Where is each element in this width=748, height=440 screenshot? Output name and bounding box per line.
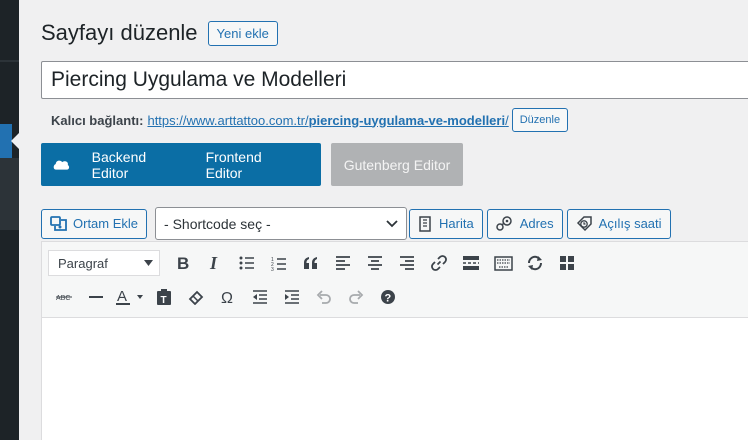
horizontal-line-icon[interactable] bbox=[80, 283, 112, 311]
map-label: Harita bbox=[439, 216, 474, 231]
italic-icon[interactable]: I bbox=[199, 249, 231, 277]
strikethrough-icon[interactable]: ABC bbox=[48, 283, 80, 311]
map-button[interactable]: Harita bbox=[409, 208, 483, 239]
caret-down-icon bbox=[144, 260, 153, 266]
sidebar-submenu[interactable] bbox=[0, 158, 19, 230]
address-button[interactable]: Adres bbox=[486, 208, 563, 239]
numbered-list-icon[interactable]: 123 bbox=[263, 249, 295, 277]
page-header: Sayfayı düzenle Yeni ekle bbox=[41, 20, 278, 46]
sidebar-divider bbox=[0, 60, 19, 62]
align-right-icon[interactable] bbox=[391, 249, 423, 277]
cloud-logo-icon bbox=[53, 160, 70, 170]
map-building-icon bbox=[419, 216, 431, 232]
svg-text:ABC: ABC bbox=[56, 295, 70, 302]
permalink-slug: piercing-uygulama-ve-modelleri bbox=[308, 112, 506, 128]
permalink-base: https://www.arttattoo.com.tr/ bbox=[147, 112, 309, 128]
add-new-button[interactable]: Yeni ekle bbox=[207, 20, 278, 46]
link-icon[interactable] bbox=[423, 249, 455, 277]
chevron-down-icon bbox=[386, 219, 398, 227]
admin-sidebar bbox=[0, 0, 19, 440]
format-select-value: Paragraf bbox=[58, 255, 108, 271]
clock-tag-icon bbox=[576, 216, 592, 232]
classic-editor: Paragraf B I 123 ABC A T Ω ? bbox=[41, 241, 748, 440]
media-buttons-row: Ortam Ekle - Shortcode seç - Harita Adre… bbox=[41, 207, 671, 240]
align-center-icon[interactable] bbox=[359, 249, 391, 277]
page-builder-bar: Backend Editor Frontend Editor bbox=[41, 143, 321, 186]
toolbar-toggle-icon[interactable] bbox=[487, 249, 519, 277]
map-pin-icon bbox=[495, 215, 512, 231]
permalink-row: Kalıcı bağlantı: https://www.arttattoo.c… bbox=[51, 108, 569, 132]
permalink-label: Kalıcı bağlantı: bbox=[51, 112, 144, 128]
undo-icon[interactable] bbox=[308, 283, 340, 311]
svg-text:?: ? bbox=[385, 293, 392, 305]
post-title-input[interactable]: Piercing Uygulama ve Modelleri bbox=[41, 61, 748, 99]
redo-icon[interactable] bbox=[340, 283, 372, 311]
toolbar-row-2: ABC A T Ω ? bbox=[48, 283, 404, 311]
post-title-value: Piercing Uygulama ve Modelleri bbox=[51, 68, 347, 91]
opening-hours-label: Açılış saati bbox=[598, 216, 662, 231]
editor-toolbar: Paragraf B I 123 ABC A T Ω ? bbox=[42, 242, 748, 318]
refresh-icon[interactable] bbox=[519, 249, 551, 277]
gutenberg-editor-button[interactable]: Gutenberg Editor bbox=[331, 143, 463, 186]
svg-text:3: 3 bbox=[271, 267, 274, 271]
read-more-icon[interactable] bbox=[455, 249, 487, 277]
opening-hours-button[interactable]: Açılış saati bbox=[566, 208, 671, 239]
toolbar-row-1: Paragraf B I 123 bbox=[48, 249, 583, 277]
format-select[interactable]: Paragraf bbox=[48, 250, 160, 276]
align-left-icon[interactable] bbox=[327, 249, 359, 277]
frontend-editor-button[interactable]: Frontend Editor bbox=[206, 149, 295, 181]
svg-text:A: A bbox=[117, 288, 127, 305]
bold-icon[interactable]: B bbox=[167, 249, 199, 277]
shortcode-select-value: - Shortcode seç - bbox=[164, 215, 271, 232]
text-color-icon[interactable]: A bbox=[112, 283, 148, 311]
svg-text:B: B bbox=[177, 255, 189, 271]
clear-formatting-icon[interactable] bbox=[180, 283, 212, 311]
special-character-icon[interactable]: Ω bbox=[212, 283, 244, 311]
permalink-trail: / bbox=[505, 112, 509, 128]
paste-text-icon[interactable]: T bbox=[148, 283, 180, 311]
page-title: Sayfayı düzenle bbox=[41, 20, 198, 45]
svg-text:I: I bbox=[209, 255, 218, 271]
shortcode-select[interactable]: - Shortcode seç - bbox=[155, 207, 408, 240]
bullet-list-icon[interactable] bbox=[231, 249, 263, 277]
editor-content-area[interactable] bbox=[42, 318, 748, 440]
svg-text:Ω: Ω bbox=[221, 290, 233, 305]
help-icon[interactable]: ? bbox=[372, 283, 404, 311]
add-media-button[interactable]: Ortam Ekle bbox=[41, 208, 148, 239]
edit-permalink-button[interactable]: Düzenle bbox=[511, 108, 569, 132]
grid-icon[interactable] bbox=[551, 249, 583, 277]
sidebar-active-notch bbox=[11, 133, 19, 149]
backend-editor-button[interactable]: Backend Editor bbox=[92, 149, 180, 181]
address-label: Adres bbox=[519, 216, 554, 231]
media-icon bbox=[50, 216, 67, 231]
svg-text:T: T bbox=[161, 295, 167, 305]
permalink-link[interactable]: https://www.arttattoo.com.tr/piercing-uy… bbox=[147, 113, 508, 128]
add-media-label: Ortam Ekle bbox=[73, 216, 139, 231]
indent-icon[interactable] bbox=[276, 283, 308, 311]
blockquote-icon[interactable] bbox=[295, 249, 327, 277]
outdent-icon[interactable] bbox=[244, 283, 276, 311]
